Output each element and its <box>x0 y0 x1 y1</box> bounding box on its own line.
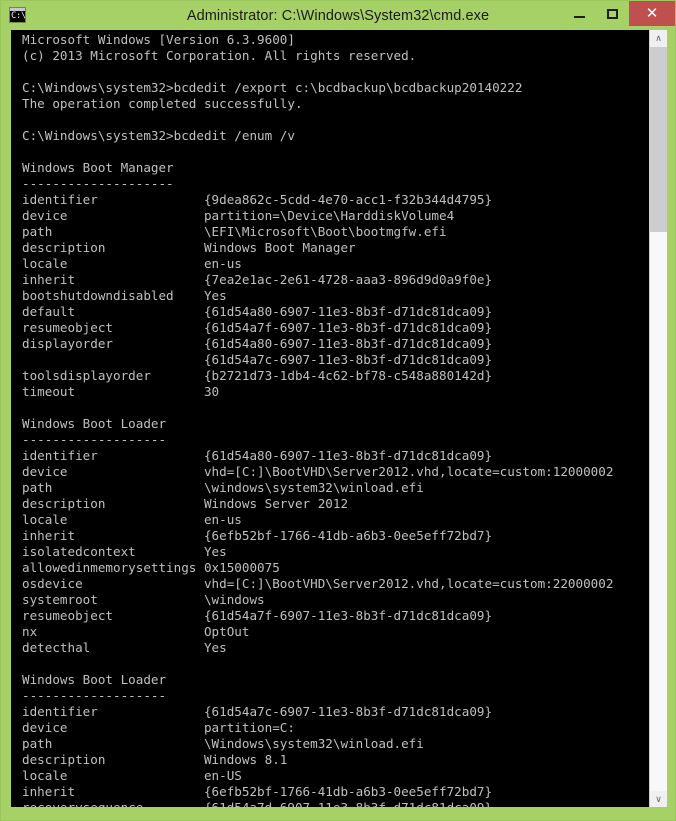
minimize-button[interactable] <box>563 1 596 26</box>
scroll-down-arrow-icon[interactable]: ∨ <box>650 791 667 808</box>
scrollbar-track[interactable] <box>650 47 667 791</box>
console-text: Microsoft Windows [Version 6.3.9600] (c)… <box>22 32 614 808</box>
maximize-button[interactable] <box>596 1 629 26</box>
console-area: Microsoft Windows [Version 6.3.9600] (c)… <box>11 30 667 808</box>
cmd-icon-prompt-glyph: C:\ <box>11 11 26 21</box>
console-scrollbar[interactable]: ∧ ∨ <box>649 30 667 808</box>
cmd-app-icon: C:\ <box>9 7 26 23</box>
title-bar[interactable]: C:\ Administrator: C:\Windows\System32\c… <box>1 1 675 30</box>
maximize-icon <box>607 8 618 19</box>
scrollbar-thumb[interactable] <box>650 47 667 232</box>
minimize-icon <box>574 15 585 18</box>
console-output-pane[interactable]: Microsoft Windows [Version 6.3.9600] (c)… <box>11 30 649 808</box>
cmd-window: C:\ Administrator: C:\Windows\System32\c… <box>0 0 676 821</box>
close-button[interactable]: ✕ <box>629 1 675 26</box>
scroll-up-arrow-icon[interactable]: ∧ <box>650 30 667 47</box>
caption-button-group: ✕ <box>563 1 675 26</box>
window-bottom-border <box>1 807 675 820</box>
close-icon: ✕ <box>645 5 659 22</box>
